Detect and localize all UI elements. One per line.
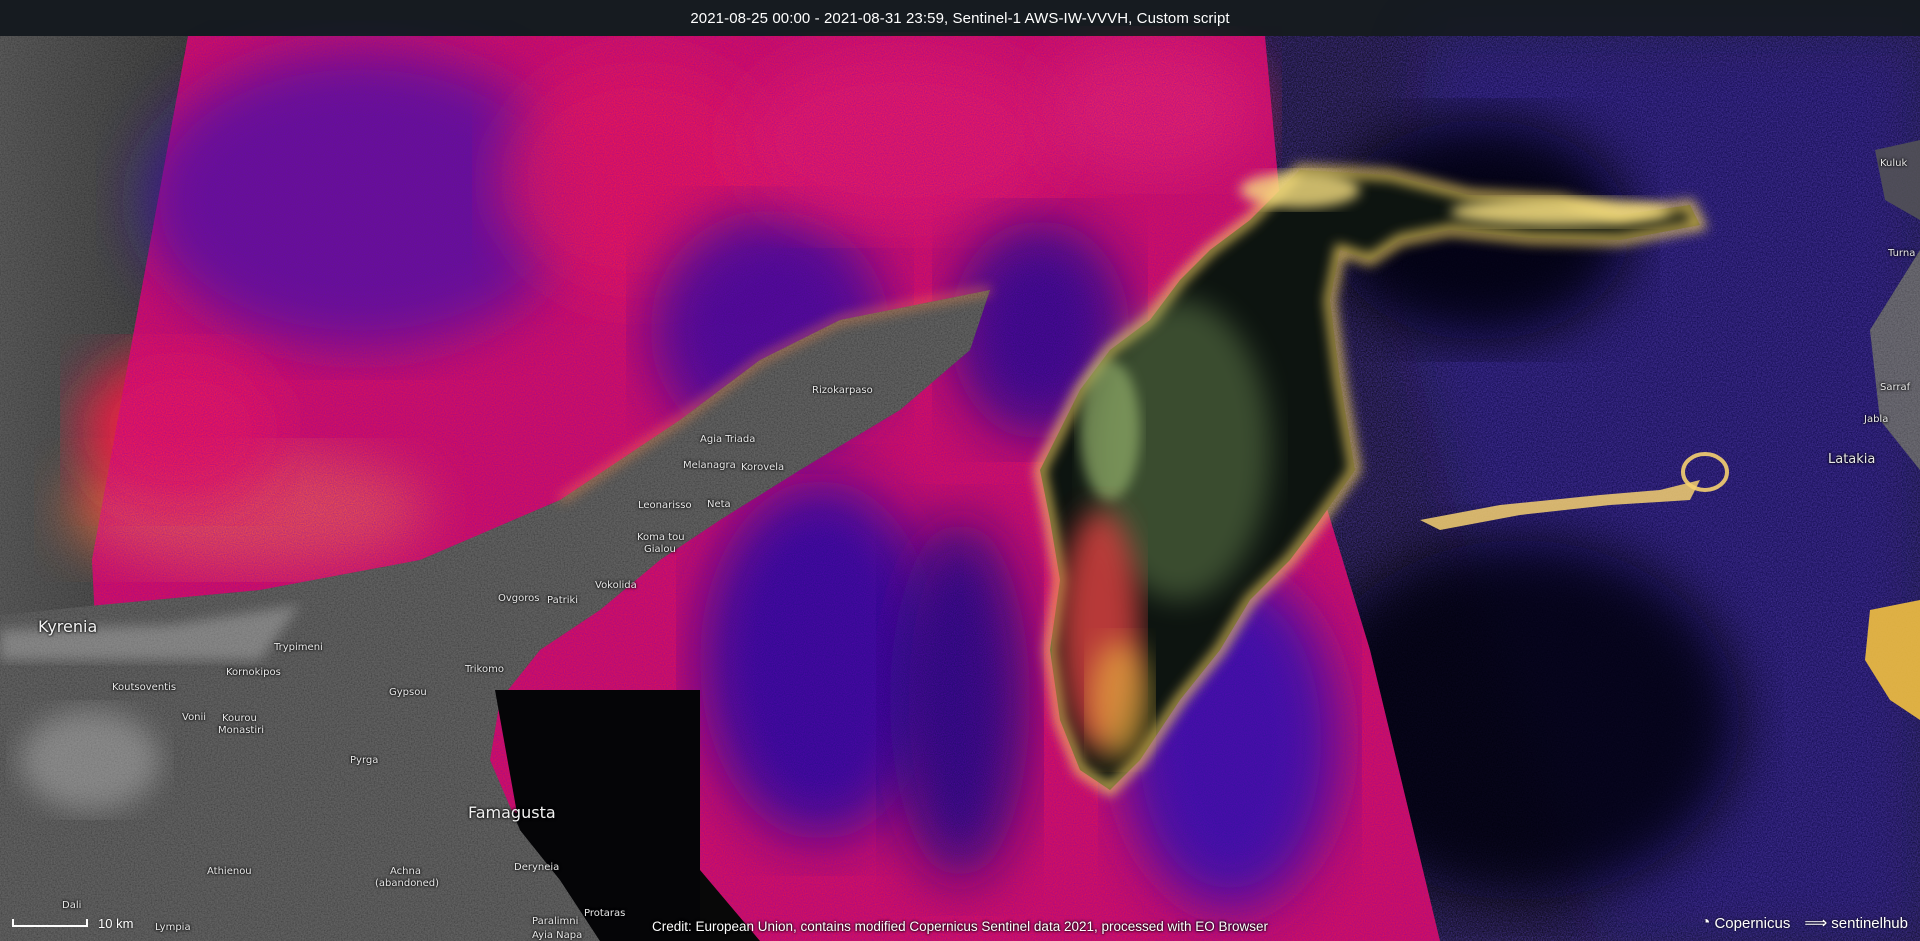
place-label-korovia: Korovela (741, 462, 785, 473)
header-bar: 2021-08-25 00:00 - 2021-08-31 23:59, Sen… (0, 0, 1920, 36)
place-label-kornokipos: Kornokipos (226, 667, 281, 678)
place-label-kyrenia: Kyrenia (38, 617, 98, 636)
sentinelhub-icon: ⟹ (1804, 915, 1828, 932)
sentinelhub-logo[interactable]: ⟹ sentinelhub (1804, 913, 1908, 933)
place-label-patriki: Patriki (547, 595, 579, 606)
place-label-achna: Achna (390, 866, 421, 877)
copernicus-icon: ◔ (1700, 914, 1711, 931)
place-label-pyrga: Pyrga (350, 755, 379, 766)
map-viewport[interactable]: 2021-08-25 00:00 - 2021-08-31 23:59, Sen… (0, 0, 1920, 941)
place-label-deryneia: Deryneia (514, 862, 560, 873)
logo-group: ◔ Copernicus ⟹ sentinelhub (1687, 913, 1908, 933)
place-label-monastiri: Monastiri (218, 725, 265, 736)
place-label-vonii: Vonii (182, 712, 207, 723)
place-label-ovgoros: Ovgoros (498, 593, 540, 604)
place-label-trypimeni: Trypimeni (274, 642, 323, 653)
place-label-gialou: Gialou (644, 544, 676, 555)
sar-map-image[interactable] (0, 0, 1920, 941)
place-label-gypsou: Gypsou (389, 687, 427, 698)
place-label-sarraf: Sarraf (1880, 382, 1911, 393)
place-label-kuluk: Kuluk (1880, 158, 1908, 169)
place-label-dali: Dali (62, 900, 82, 911)
place-label-turna: Turna (1888, 248, 1916, 259)
place-label-agia-triada: Agia Triada (700, 434, 756, 445)
place-label-athienou: Athienou (207, 866, 252, 877)
credit-label: Credit: European Union, contains modifie… (651, 919, 1269, 934)
place-label-achna-abandoned: (abandoned) (375, 878, 440, 889)
place-label-koutsoventis: Koutsoventis (112, 682, 177, 693)
place-label-trikomo: Trikomo (465, 664, 504, 675)
copernicus-logo-text: Copernicus (1714, 914, 1791, 932)
place-label-leonarisso: Leonarisso (638, 500, 692, 511)
place-label-neta: Neta (707, 499, 731, 510)
place-label-melanagra: Melanagra (683, 460, 736, 471)
place-label-kourou: Kourou (222, 713, 257, 724)
place-label-koma-tou: Koma tou (637, 532, 685, 543)
map-title: 2021-08-25 00:00 - 2021-08-31 23:59, Sen… (690, 9, 1230, 27)
sentinelhub-logo-text: sentinelhub (1831, 914, 1908, 932)
copernicus-logo[interactable]: ◔ Copernicus (1701, 914, 1791, 932)
place-label-vokolida: Vokolida (595, 580, 637, 591)
place-label-jabla: Jabla (1864, 414, 1889, 425)
place-label-rizokarpaso: Rizokarpaso (812, 385, 873, 396)
place-label-famagusta: Famagusta (468, 803, 556, 822)
place-label-latakia: Latakia (1828, 452, 1876, 467)
credit-text: Credit: European Union, contains modifie… (0, 919, 1920, 934)
